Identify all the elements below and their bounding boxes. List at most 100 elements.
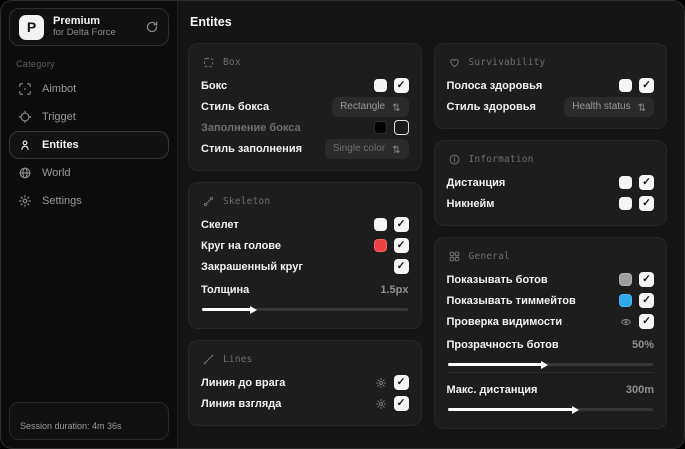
checkbox[interactable] [393, 120, 409, 135]
updown-arrows-icon [638, 98, 646, 116]
sidebar-item-settings[interactable]: Settings [9, 187, 169, 215]
panel-information-header: Information [448, 153, 655, 166]
setting-row: Проверка видимости [447, 311, 654, 332]
panel-skeleton: Skeleton Скелет Круг на голове [188, 182, 422, 329]
panel-skeleton-header: Skeleton [202, 195, 409, 208]
updown-arrows-icon [392, 140, 400, 158]
logo-card: P Premium for Delta Force [9, 8, 169, 46]
session-card: Session duration: 4m 36s [9, 402, 169, 440]
logo-title: Premium [53, 15, 101, 28]
grid-icon [448, 250, 461, 263]
color-swatch[interactable] [619, 79, 632, 92]
sidebar-item-world[interactable]: World [9, 159, 169, 187]
sidebar-item-entites[interactable]: Entites [9, 131, 169, 159]
sidebar-item-label: Settings [42, 195, 82, 207]
thickness-slider[interactable] [202, 305, 408, 314]
gear-icon[interactable] [375, 398, 387, 410]
checkbox[interactable] [639, 272, 654, 287]
sidebar-nav: Aimbot Trigget Entites World Settings [9, 75, 169, 215]
updown-arrows-icon [392, 98, 400, 116]
sidebar-item-aimbot[interactable]: Aimbot [9, 75, 169, 103]
color-swatch[interactable] [619, 197, 632, 210]
setting-row: Дистанция [447, 172, 654, 193]
color-swatch[interactable] [619, 176, 632, 189]
slider-value: 300m [625, 383, 654, 396]
checkbox[interactable] [639, 78, 654, 93]
setting-row: Закрашенный круг [201, 256, 409, 277]
max-distance-slider[interactable] [447, 405, 653, 414]
setting-row: Показывать тиммейтов [447, 290, 654, 311]
panel-survivability-header: Survivability [448, 56, 655, 69]
setting-row: Никнейм [447, 193, 654, 214]
color-swatch[interactable] [373, 79, 387, 92]
panel-title: General [468, 251, 510, 262]
slider-group: Толщина 1.5px [201, 279, 409, 314]
gear-icon [18, 194, 32, 208]
setting-row: Круг на голове [201, 235, 409, 256]
fill-style-select[interactable]: Single color [324, 138, 409, 159]
slider-group: Прозрачность ботов 50% [446, 334, 655, 369]
sidebar: P Premium for Delta Force Category Aimbo… [1, 1, 177, 448]
slider-value: 1.5px [380, 283, 409, 296]
panel-lines-header: Lines [202, 353, 409, 366]
setting-row: Скелет [201, 214, 409, 235]
slider-thumb[interactable] [571, 405, 579, 414]
color-swatch[interactable] [619, 294, 632, 307]
checkbox[interactable] [393, 238, 409, 253]
panel-box-header: Box [202, 56, 409, 69]
panel-general-header: General [448, 250, 655, 263]
slider-value: 50% [631, 338, 654, 351]
panel-general: General Показывать ботов Показывать тимм… [433, 237, 667, 429]
checkbox[interactable] [639, 314, 654, 329]
color-swatch[interactable] [619, 273, 632, 286]
panel-information: Information Дистанция Никнейм [433, 140, 667, 226]
sidebar-item-label: Entites [42, 139, 79, 151]
right-column: Survivability Полоса здоровья Стиль здор… [433, 43, 667, 429]
crosshair-icon [18, 82, 32, 96]
refresh-icon[interactable] [145, 20, 159, 34]
color-swatch[interactable] [373, 239, 387, 252]
slider-thumb[interactable] [250, 305, 258, 314]
setting-row: Прозрачность ботов 50% [446, 338, 655, 351]
color-swatch[interactable] [373, 121, 387, 134]
divider [446, 372, 654, 373]
checkbox[interactable] [393, 78, 409, 93]
slider-thumb[interactable] [541, 360, 549, 369]
visibility-icon[interactable] [620, 316, 632, 328]
panel-title: Box [223, 57, 241, 68]
panel-title: Survivability [468, 57, 546, 68]
sidebar-item-label: Aimbot [42, 83, 77, 95]
checkbox[interactable] [639, 175, 654, 190]
checkbox[interactable] [393, 259, 409, 274]
panel-title: Lines [223, 354, 253, 365]
line-icon [202, 353, 215, 366]
logo-badge: P [19, 14, 44, 40]
main-content: Entites Box Бокс ✓ Стиль бокса Rectangle… [177, 1, 684, 448]
bot-opacity-slider[interactable] [447, 360, 653, 369]
panel-box: Box Бокс Стиль бокса Rectangle [188, 43, 422, 171]
checkbox[interactable] [393, 396, 409, 411]
setting-row: Линия взгляда [201, 393, 409, 414]
session-duration: Session duration: 4m 36s [20, 421, 122, 431]
color-swatch[interactable] [373, 218, 387, 231]
checkbox[interactable] [393, 375, 409, 390]
sidebar-item-trigget[interactable]: Trigget [9, 103, 169, 131]
page-title: Entites [190, 15, 232, 29]
heart-icon [448, 56, 461, 69]
box-style-select[interactable]: Rectangle [332, 96, 409, 117]
setting-row: Заполнение бокса [201, 117, 409, 138]
category-label: Category [16, 59, 55, 69]
sidebar-item-label: World [42, 167, 71, 179]
app-window: P Premium for Delta Force Category Aimbo… [0, 0, 685, 449]
logo-subtitle: for Delta Force [53, 26, 116, 38]
checkbox[interactable] [393, 217, 409, 232]
checkbox[interactable] [639, 293, 654, 308]
setting-row: Стиль заполнения Single color [201, 138, 409, 159]
checkbox[interactable] [639, 196, 654, 211]
info-icon [448, 153, 461, 166]
globe-icon [18, 166, 32, 180]
health-style-select[interactable]: Health status [564, 96, 654, 117]
setting-row: Стиль здоровья Health status [447, 96, 654, 117]
entities-icon [18, 138, 32, 152]
gear-icon[interactable] [375, 377, 387, 389]
